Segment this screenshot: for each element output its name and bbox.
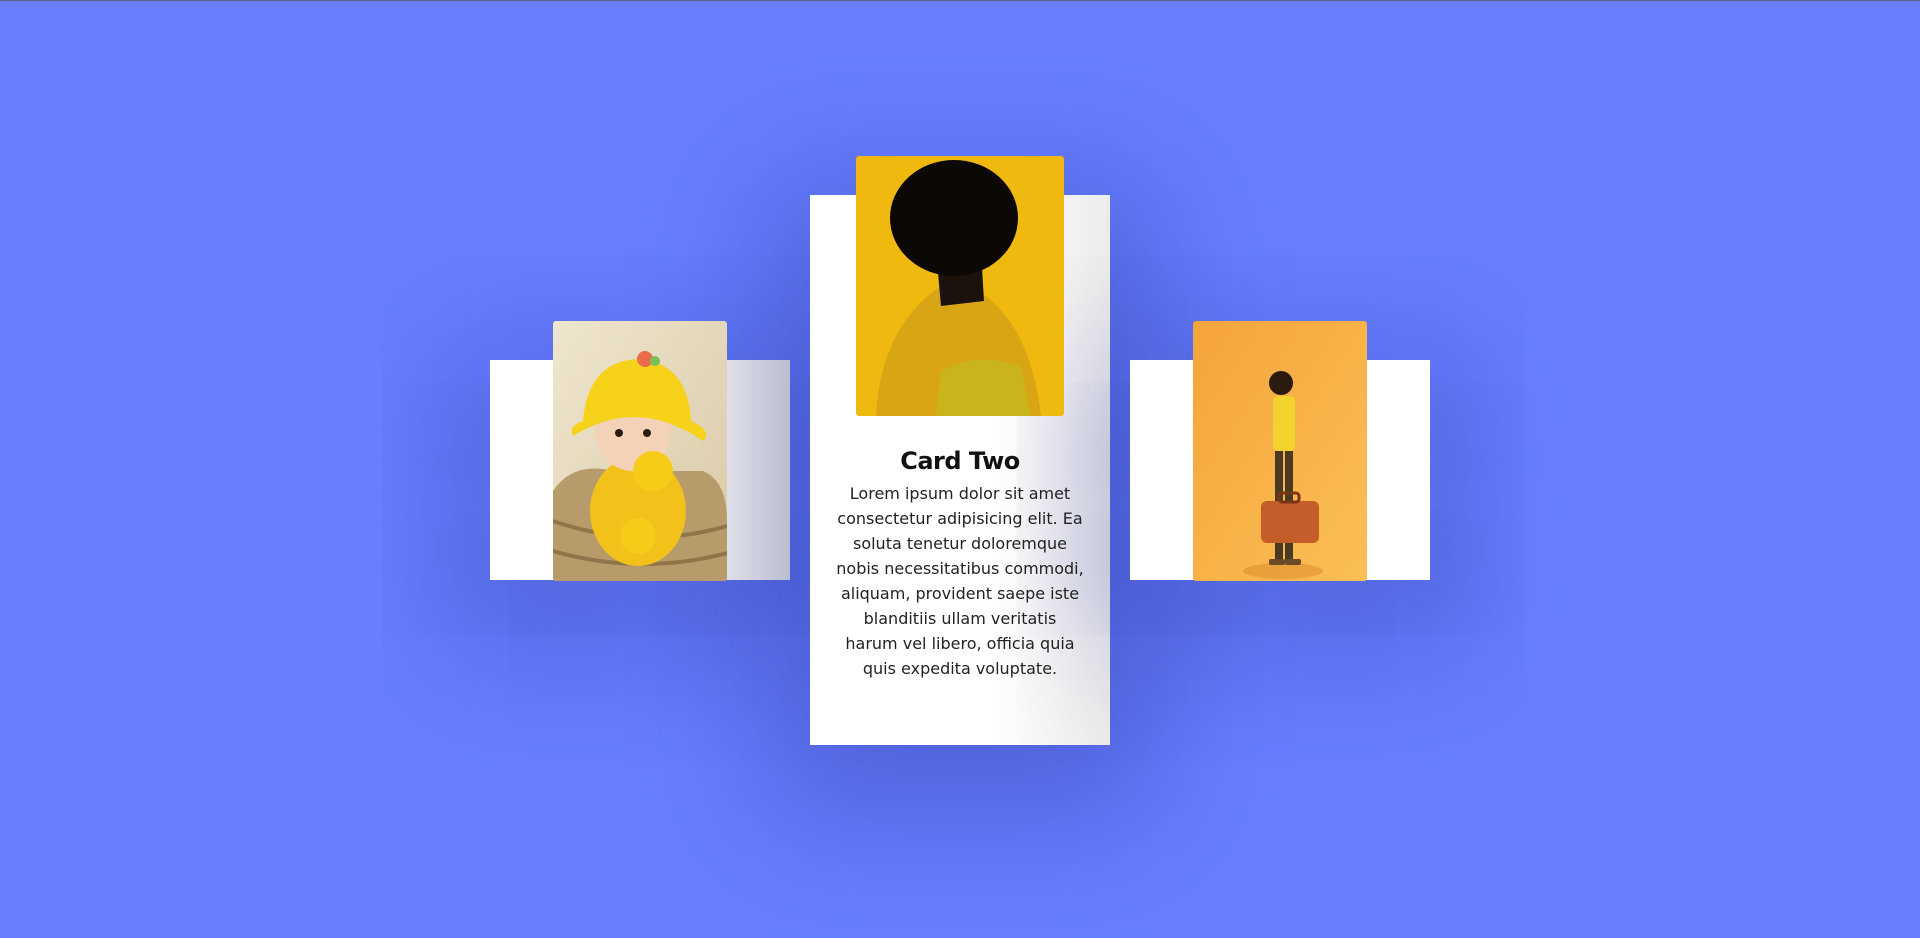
card-two-description: Lorem ipsum dolor sit amet consectetur a… [836,484,1084,678]
card-two-image [856,156,1064,416]
card-three-image [1193,321,1367,581]
card-one-image [553,321,727,581]
card-two-title: Card Two [900,447,1020,475]
card-two-content: Card Two Lorem ipsum dolor sit amet cons… [810,447,1110,681]
